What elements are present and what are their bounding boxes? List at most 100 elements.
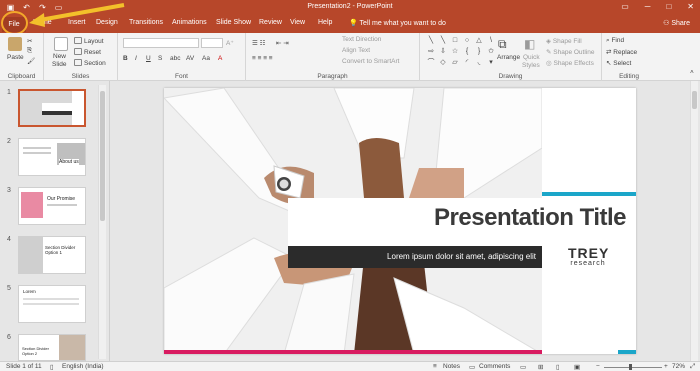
tab-help[interactable]: Help <box>318 19 332 26</box>
spellcheck-icon[interactable]: ▯ <box>50 363 54 371</box>
italic-button[interactable]: I <box>135 55 137 62</box>
replace-button[interactable]: ⇄ Replace <box>606 48 637 56</box>
normal-view-icon[interactable]: ▭ <box>520 363 526 371</box>
arrange-icon[interactable]: ⧉ <box>498 37 507 52</box>
change-case-icon[interactable]: Aa <box>202 55 210 62</box>
arrange-button[interactable]: Arrange <box>497 54 520 61</box>
comments-button[interactable]: Comments <box>479 363 510 370</box>
title-placeholder[interactable]: Presentation Title <box>288 198 636 246</box>
subtitle-placeholder[interactable]: Lorem ipsum dolor sit amet, adipiscing e… <box>288 246 542 268</box>
collapse-ribbon-icon[interactable]: ˄ <box>690 69 694 76</box>
shape-effects-button[interactable]: ◎ Shape Effects <box>546 59 594 67</box>
shape-icon[interactable]: ▱ <box>450 58 460 68</box>
shapes-gallery[interactable]: ╲ ╲ □ ○ △ \ ⇨ ⇩ ☆ { } ✩ ⌒ ◇ ▱ ◜ ◟ ▾ <box>426 36 498 68</box>
align-icons[interactable]: ≡ ≡ ≡ ≡ <box>252 55 273 62</box>
rectangle-shape-icon[interactable]: □ <box>450 36 460 46</box>
more-shapes-icon[interactable]: ▾ <box>486 58 496 68</box>
maximize-icon[interactable]: □ <box>666 2 671 11</box>
ribbon-display-icon[interactable]: ▭ <box>621 2 629 11</box>
slide-thumbnail-5[interactable]: Lorem <box>18 285 86 323</box>
align-text-button[interactable]: Align Text <box>342 47 370 54</box>
find-button[interactable]: ⌕ Find <box>606 37 624 45</box>
zoom-slider-thumb[interactable] <box>629 364 632 370</box>
section-button[interactable]: Section <box>74 59 106 67</box>
new-slide-button[interactable]: New <box>53 53 66 60</box>
copy-icon[interactable]: ⎘ <box>27 47 32 55</box>
minimize-icon[interactable]: ─ <box>645 2 651 11</box>
shape-icon[interactable]: ◜ <box>462 58 472 68</box>
thumbnail-scrollbar[interactable] <box>98 85 106 359</box>
format-painter-icon[interactable]: 🖌 <box>27 57 35 65</box>
grow-font-icon[interactable]: A⁺ <box>226 39 234 47</box>
zoom-in-icon[interactable]: + <box>664 363 668 370</box>
notes-button[interactable]: Notes <box>443 363 460 370</box>
tab-view[interactable]: View <box>290 19 305 26</box>
arrow-shape-icon[interactable]: ⇩ <box>438 47 448 57</box>
slide-thumbnail-2[interactable]: About us <box>18 138 86 176</box>
bold-button[interactable]: B <box>123 55 128 62</box>
char-spacing-button[interactable]: AV <box>186 55 194 62</box>
slide-thumbnail-4[interactable]: Section Divider Option 1 <box>18 236 86 274</box>
slide-sorter-icon[interactable]: ⊞ <box>538 363 543 371</box>
current-slide[interactable]: Presentation Title Lorem ipsum dolor sit… <box>164 88 636 354</box>
star-shape-icon[interactable]: ☆ <box>450 47 460 57</box>
strikethrough-button[interactable]: S <box>158 55 162 62</box>
line-shape-icon[interactable]: ╲ <box>426 36 436 46</box>
tab-review[interactable]: Review <box>259 19 282 26</box>
line-shape-icon[interactable]: ╲ <box>438 36 448 46</box>
indent-icon[interactable]: ⇤ ⇥ <box>276 39 289 47</box>
text-direction-button[interactable]: Text Direction <box>342 36 381 43</box>
shape-icon[interactable]: ◇ <box>438 58 448 68</box>
tell-me-search[interactable]: 💡 Tell me what you want to do <box>349 19 446 27</box>
slideshow-view-icon[interactable]: ▣ <box>574 363 580 371</box>
slide-title[interactable]: Presentation Title <box>434 204 626 232</box>
new-slide-button-line2[interactable]: Slide <box>52 61 66 68</box>
notes-icon[interactable]: ≡ <box>433 363 437 370</box>
font-size-dropdown[interactable] <box>201 38 223 48</box>
quick-styles-icon[interactable]: ◧ <box>524 37 535 51</box>
shape-fill-button[interactable]: ◈ Shape Fill <box>546 37 582 45</box>
quick-styles-button-line2[interactable]: Styles <box>522 62 540 69</box>
star-shape-icon[interactable]: ✩ <box>486 47 496 57</box>
comments-icon[interactable]: ▭ <box>469 363 475 371</box>
shape-icon[interactable]: ⌒ <box>426 58 436 68</box>
zoom-level[interactable]: 72% <box>672 363 685 370</box>
slide-thumbnail-6[interactable]: Section Divider Option 2 <box>18 334 86 361</box>
fit-to-window-icon[interactable]: ⤢ <box>690 363 695 371</box>
shadow-button[interactable]: abc <box>170 55 180 62</box>
thumbnail-scrollbar-thumb[interactable] <box>100 91 105 221</box>
slide-scrollbar-thumb[interactable] <box>692 91 697 109</box>
language-indicator[interactable]: English (India) <box>62 363 104 370</box>
paste-button[interactable]: Paste <box>7 54 24 61</box>
cut-icon[interactable]: ✂ <box>27 37 32 45</box>
zoom-slider[interactable] <box>604 367 662 368</box>
tab-slide-show[interactable]: Slide Show <box>216 19 251 26</box>
line-shape-icon[interactable]: \ <box>486 36 496 46</box>
bullets-icon[interactable]: ☰ ☷ <box>252 39 265 47</box>
smartart-button[interactable]: Convert to SmartArt <box>342 58 399 65</box>
slide-thumbnail-3[interactable]: Our Promise <box>18 187 86 225</box>
font-name-dropdown[interactable] <box>123 38 199 48</box>
triangle-shape-icon[interactable]: △ <box>474 36 484 46</box>
select-button[interactable]: ↖ Select <box>606 59 631 67</box>
layout-button[interactable]: Layout <box>74 37 104 45</box>
slide-thumbnail-1[interactable] <box>18 89 86 127</box>
share-button[interactable]: ⚇ Share <box>663 19 690 27</box>
shape-outline-button[interactable]: ✎ Shape Outline <box>546 48 594 56</box>
close-icon[interactable]: ✕ <box>687 2 694 11</box>
reading-view-icon[interactable]: ▯ <box>556 363 560 371</box>
quick-styles-button[interactable]: Quick <box>523 54 540 61</box>
shape-icon[interactable]: ◟ <box>474 58 484 68</box>
font-color-icon[interactable]: A <box>218 55 222 62</box>
zoom-out-icon[interactable]: − <box>596 363 600 370</box>
new-slide-icon[interactable] <box>54 37 68 51</box>
arrow-shape-icon[interactable]: ⇨ <box>426 47 436 57</box>
slide-subtitle[interactable]: Lorem ipsum dolor sit amet, adipiscing e… <box>387 252 536 261</box>
slide-scrollbar[interactable] <box>690 81 698 361</box>
brace-shape-icon[interactable]: { <box>462 47 472 57</box>
oval-shape-icon[interactable]: ○ <box>462 36 472 46</box>
underline-button[interactable]: U <box>146 55 151 62</box>
paste-icon[interactable] <box>8 37 22 51</box>
brace-shape-icon[interactable]: } <box>474 47 484 57</box>
reset-button[interactable]: Reset <box>74 48 101 56</box>
